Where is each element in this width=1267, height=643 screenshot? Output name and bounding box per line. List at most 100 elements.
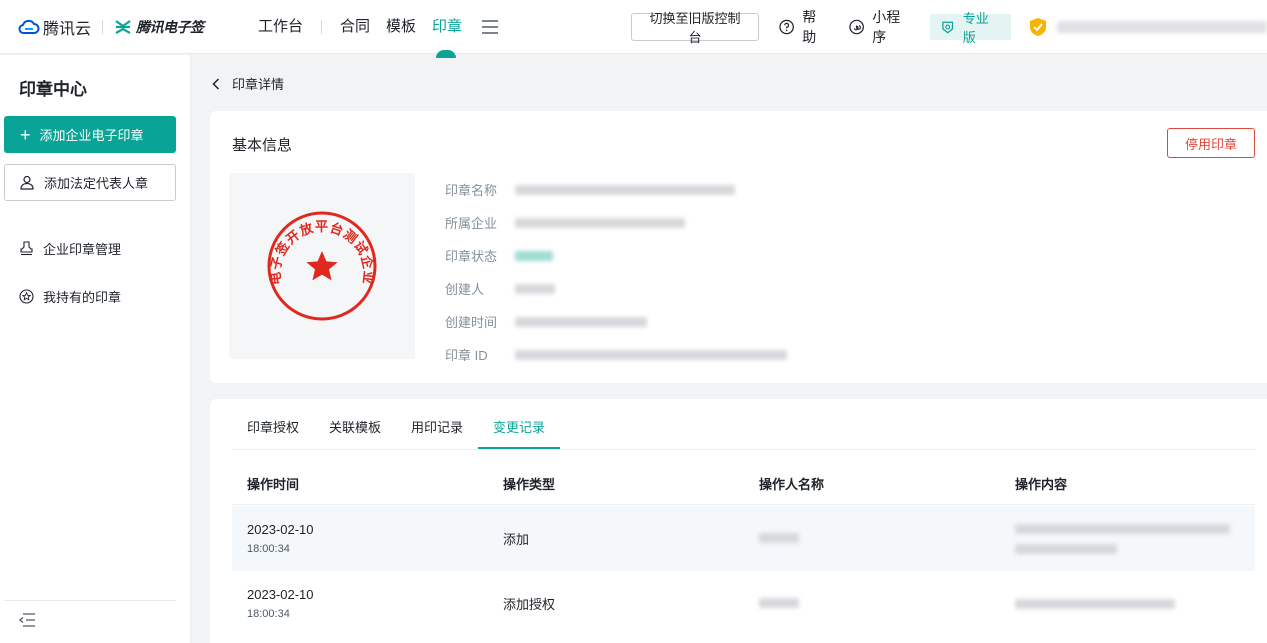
top-bar: 腾讯云 腾讯电子签 工作台 合同 模板 印章 切换至旧版控制台 帮助 小程序 专…	[0, 0, 1267, 58]
sidebar-item-my-seals[interactable]: 我持有的印章	[19, 287, 121, 306]
pro-icon	[942, 21, 954, 34]
sidebar-item-label: 企业印章管理	[43, 242, 122, 257]
cell-clock: 18:00:34	[247, 608, 290, 620]
info-label: 印章名称	[445, 183, 498, 198]
cell-time: 2023-02-10 18:00:34	[232, 587, 488, 620]
redacted-value	[759, 533, 799, 543]
redacted-value	[515, 184, 735, 195]
account-menu[interactable]	[1029, 17, 1267, 37]
tab-change-records[interactable]: 变更记录	[478, 399, 561, 449]
nav-template[interactable]: 模板	[386, 0, 416, 54]
stamp-icon	[20, 241, 33, 256]
pro-label: 专业版	[962, 11, 989, 45]
cell-date: 2023-02-10	[247, 587, 314, 602]
info-label: 创建时间	[445, 315, 498, 330]
cell-operator	[744, 596, 1000, 611]
records-tabs: 印章授权 关联模板 用印记录 变更记录	[232, 399, 561, 449]
add-legal-rep-seal-button[interactable]: 添加法定代表人章	[4, 164, 176, 201]
redacted-value	[1015, 523, 1230, 534]
disable-seal-button[interactable]: 停用印章	[1167, 128, 1255, 158]
cell-type: 添加授权	[503, 597, 556, 612]
redacted-value	[759, 598, 799, 608]
miniapp-label: 小程序	[872, 9, 901, 45]
user-icon	[20, 175, 34, 190]
sidebar-bottom-divider	[4, 600, 176, 601]
add-company-seal-button[interactable]: + 添加企业电子印章	[4, 116, 176, 153]
help-label: 帮助	[802, 9, 817, 45]
sidebar-item-company-seals[interactable]: 企业印章管理	[19, 239, 121, 258]
basic-info-card: 基本信息 停用印章 电子签开放平台测试企业 印章名称 所属企业 印章状态 创建人…	[210, 111, 1267, 383]
info-label: 印章 ID	[445, 348, 488, 363]
nav-seal[interactable]: 印章	[432, 0, 462, 58]
tabs-divider	[232, 449, 1255, 450]
info-row-created-time: 创建时间	[445, 305, 787, 338]
miniapp-link[interactable]: 小程序	[849, 7, 912, 47]
sidebar-title: 印章中心	[19, 80, 87, 99]
redacted-value	[515, 349, 787, 360]
breadcrumb[interactable]: 印章详情	[212, 74, 284, 93]
table-row[interactable]: 2023-02-10 18:00:34 添加授权	[232, 571, 1255, 636]
column-header-content: 操作内容	[1015, 477, 1068, 492]
cell-operator	[744, 531, 1000, 546]
info-row-status: 印章状态	[445, 239, 787, 272]
info-label: 印章状态	[445, 249, 498, 264]
miniapp-icon	[849, 19, 864, 35]
cell-clock: 18:00:34	[247, 543, 290, 555]
product-name: 腾讯电子签	[136, 18, 204, 35]
cell-type: 添加	[503, 532, 530, 547]
info-row-seal-id: 印章 ID	[445, 338, 787, 371]
table-header: 操作时间 操作类型 操作人名称 操作内容	[232, 463, 1255, 505]
column-header-type: 操作类型	[503, 477, 556, 492]
column-header-operator: 操作人名称	[759, 477, 825, 492]
sidebar: 印章中心 + 添加企业电子印章 添加法定代表人章 企业印章管理 我持有的印章	[0, 55, 191, 643]
esign-logo-icon	[115, 19, 131, 34]
tab-related-templates[interactable]: 关联模板	[314, 399, 396, 449]
brand-name: 腾讯云	[43, 20, 92, 38]
help-link[interactable]: 帮助	[779, 7, 829, 47]
redacted-value	[515, 283, 555, 294]
seal-image: 电子签开放平台测试企业	[267, 211, 377, 321]
cell-content	[1000, 598, 1255, 609]
nav-workbench[interactable]: 工作台	[258, 0, 303, 54]
cell-content	[1000, 523, 1255, 554]
star-circle-icon	[19, 289, 34, 304]
switch-console-button[interactable]: 切换至旧版控制台	[631, 11, 759, 45]
redacted-value	[515, 217, 685, 228]
tab-seal-authorization[interactable]: 印章授权	[232, 399, 314, 449]
cloud-icon	[18, 19, 40, 34]
info-row-company: 所属企业	[445, 206, 787, 239]
tab-usage-records[interactable]: 用印记录	[396, 399, 478, 449]
sidebar-item-label: 我持有的印章	[43, 290, 122, 305]
help-icon	[779, 19, 794, 35]
account-name-redacted	[1057, 21, 1267, 33]
back-arrow-icon[interactable]	[212, 77, 220, 90]
add-legal-rep-seal-label: 添加法定代表人章	[44, 176, 149, 191]
info-row-creator: 创建人	[445, 272, 787, 305]
redacted-status	[515, 250, 553, 261]
redacted-value	[515, 316, 647, 327]
nav-divider	[321, 20, 323, 34]
collapse-sidebar-icon[interactable]	[19, 613, 36, 627]
basic-info-title: 基本信息	[232, 137, 293, 154]
info-label: 创建人	[445, 282, 485, 297]
brand-divider	[102, 19, 104, 34]
redacted-value	[1015, 598, 1175, 609]
redacted-value	[1015, 543, 1117, 554]
add-company-seal-label: 添加企业电子印章	[39, 128, 144, 143]
cell-time: 2023-02-10 18:00:34	[232, 522, 488, 555]
cell-date: 2023-02-10	[247, 522, 314, 537]
column-header-time: 操作时间	[247, 477, 300, 492]
info-label: 所属企业	[445, 216, 498, 231]
seal-info-list: 印章名称 所属企业 印章状态 创建人 创建时间 印章 ID	[445, 173, 787, 371]
plus-icon: +	[20, 124, 31, 145]
brand-logo[interactable]: 腾讯云 腾讯电子签	[18, 15, 204, 39]
verified-shield-icon	[1030, 18, 1046, 36]
main-nav: 工作台 合同 模板 印章	[258, 0, 499, 58]
menu-icon[interactable]	[482, 20, 499, 34]
nav-contract[interactable]: 合同	[340, 0, 370, 54]
pro-edition-badge[interactable]: 专业版	[930, 11, 1011, 45]
breadcrumb-label: 印章详情	[232, 77, 285, 92]
top-right-tools: 切换至旧版控制台 帮助 小程序 专业版	[631, 9, 1267, 45]
seal-preview: 电子签开放平台测试企业	[229, 173, 415, 359]
table-row[interactable]: 2023-02-10 18:00:34 添加	[232, 506, 1255, 571]
